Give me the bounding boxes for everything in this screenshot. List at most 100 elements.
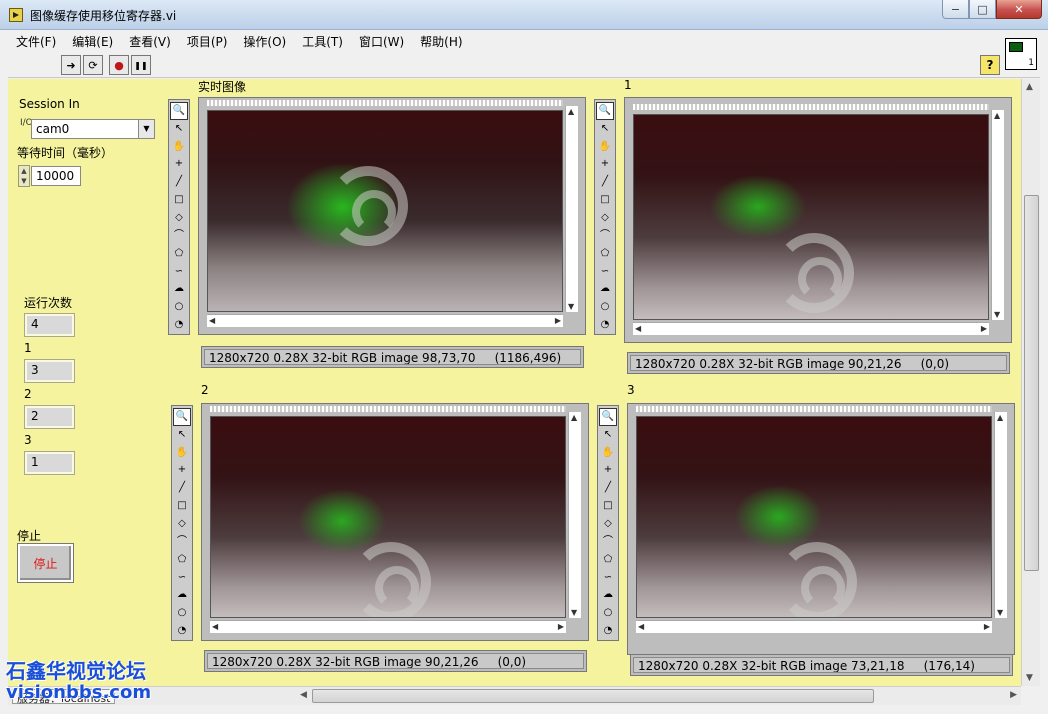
scroll-down-icon[interactable]: ▼ — [1026, 673, 1033, 683]
window-controls: − □ ✕ — [942, 0, 1042, 19]
close-button[interactable]: ✕ — [996, 0, 1042, 19]
freehand-line-tool-icon[interactable]: ∽ — [170, 263, 188, 281]
abort-button[interactable]: ● — [109, 55, 129, 75]
minimize-button[interactable]: − — [942, 0, 969, 19]
context-help-button[interactable]: ? — [980, 55, 1000, 75]
point-tool-icon[interactable]: + — [173, 462, 191, 480]
point-tool-icon[interactable]: + — [599, 462, 617, 480]
polygon-tool-icon[interactable]: ⬠ — [173, 551, 191, 569]
freehand-region-tool-icon[interactable]: ☁ — [599, 586, 617, 604]
oval-tool-icon[interactable]: ○ — [173, 604, 191, 622]
wait-time-input[interactable]: 10000 — [31, 166, 81, 186]
pan-tool-icon[interactable]: ✋ — [173, 444, 191, 462]
session-dropdown-button[interactable]: ▼ — [138, 120, 154, 138]
menu-window[interactable]: 窗口(W) — [351, 33, 412, 50]
polygon-tool-icon[interactable]: ⬠ — [596, 245, 614, 263]
buffer-2-hscroll[interactable]: ◀ ▶ — [210, 620, 566, 633]
pan-tool-icon[interactable]: ✋ — [599, 444, 617, 462]
pointer-tool-icon[interactable]: ↖ — [599, 426, 617, 444]
rectangle-tool-icon[interactable]: □ — [173, 497, 191, 515]
pointer-tool-icon[interactable]: ↖ — [170, 120, 188, 138]
polyline-tool-icon[interactable]: ⌒ — [170, 227, 188, 245]
pan-tool-icon[interactable]: ✋ — [170, 138, 188, 156]
scroll-up-icon[interactable]: ▲ — [1026, 82, 1033, 92]
buffer-3-hscroll[interactable]: ◀ ▶ — [636, 620, 992, 633]
stop-button[interactable]: 停止 — [17, 543, 74, 583]
annulus-tool-icon[interactable]: ◔ — [599, 622, 617, 640]
point-tool-icon[interactable]: + — [170, 156, 188, 174]
scroll-right-icon[interactable]: ▶ — [1010, 690, 1017, 700]
menu-operate[interactable]: 操作(O) — [235, 33, 294, 50]
freehand-line-tool-icon[interactable]: ∽ — [599, 569, 617, 587]
indicator-2: 2 — [24, 405, 75, 429]
annulus-tool-icon[interactable]: ◔ — [173, 622, 191, 640]
polyline-tool-icon[interactable]: ⌒ — [599, 533, 617, 551]
buffer-3-image-display[interactable]: ▲ ▼ ◀ ▶ — [627, 403, 1015, 655]
panel-horizontal-scrollbar[interactable]: 服务器：localhost ◀ ▶ — [8, 686, 1021, 705]
polyline-tool-icon[interactable]: ⌒ — [596, 227, 614, 245]
buffer-2-canvas[interactable] — [210, 416, 566, 618]
wait-time-increment[interactable]: ▲ ▼ — [18, 165, 30, 187]
buffer-1-canvas[interactable] — [633, 114, 989, 320]
annulus-tool-icon[interactable]: ◔ — [170, 316, 188, 334]
buffer-1-hscroll[interactable]: ◀ ▶ — [633, 322, 989, 335]
zoom-tool-icon[interactable]: 🔍 — [596, 102, 614, 120]
menu-tools[interactable]: 工具(T) — [294, 33, 351, 50]
menu-project[interactable]: 项目(P) — [179, 33, 236, 50]
buffer-3-canvas[interactable] — [636, 416, 992, 618]
freehand-region-tool-icon[interactable]: ☁ — [173, 586, 191, 604]
line-tool-icon[interactable]: ╱ — [599, 479, 617, 497]
annulus-tool-icon[interactable]: ◔ — [596, 316, 614, 334]
oval-tool-icon[interactable]: ○ — [596, 298, 614, 316]
rectangle-tool-icon[interactable]: □ — [596, 191, 614, 209]
pointer-tool-icon[interactable]: ↖ — [173, 426, 191, 444]
polygon-tool-icon[interactable]: ⬠ — [599, 551, 617, 569]
buffer-1-vscroll[interactable]: ▲ ▼ — [991, 110, 1004, 320]
line-tool-icon[interactable]: ╱ — [173, 479, 191, 497]
session-in-control[interactable]: cam0 ▼ — [31, 119, 155, 139]
pointer-tool-icon[interactable]: ↖ — [596, 120, 614, 138]
zoom-tool-icon[interactable]: 🔍 — [599, 408, 617, 426]
point-tool-icon[interactable]: + — [596, 156, 614, 174]
menu-edit[interactable]: 编辑(E) — [64, 33, 121, 50]
live-image-canvas[interactable] — [207, 110, 563, 312]
live-image-vscroll[interactable]: ▲ ▼ — [565, 106, 578, 312]
scroll-left-icon[interactable]: ◀ — [300, 690, 307, 700]
polygon-tool-icon[interactable]: ⬠ — [170, 245, 188, 263]
menu-help[interactable]: 帮助(H) — [412, 33, 470, 50]
buffer-2-vscroll[interactable]: ▲ ▼ — [568, 412, 581, 618]
freehand-region-tool-icon[interactable]: ☁ — [596, 280, 614, 298]
oval-tool-icon[interactable]: ○ — [599, 604, 617, 622]
pause-button[interactable]: ❚❚ — [131, 55, 151, 75]
oval-tool-icon[interactable]: ○ — [170, 298, 188, 316]
zoom-tool-icon[interactable]: 🔍 — [170, 102, 188, 120]
line-tool-icon[interactable]: ╱ — [170, 173, 188, 191]
menu-view[interactable]: 查看(V) — [121, 33, 179, 50]
freehand-line-tool-icon[interactable]: ∽ — [596, 263, 614, 281]
freehand-line-tool-icon[interactable]: ∽ — [173, 569, 191, 587]
rectangle-tool-icon[interactable]: □ — [170, 191, 188, 209]
panel-vertical-scroll-thumb[interactable] — [1024, 195, 1039, 571]
panel-horizontal-scroll-thumb[interactable] — [312, 689, 874, 703]
buffer-2-image-display[interactable]: ▲ ▼ ◀ ▶ — [201, 403, 589, 641]
menu-file[interactable]: 文件(F) — [8, 33, 64, 50]
rotated-rectangle-tool-icon[interactable]: ◇ — [599, 515, 617, 533]
buffer-1-image-display[interactable]: ▲ ▼ ◀ ▶ — [624, 97, 1012, 343]
pan-tool-icon[interactable]: ✋ — [596, 138, 614, 156]
rotated-rectangle-tool-icon[interactable]: ◇ — [596, 209, 614, 227]
rotated-rectangle-tool-icon[interactable]: ◇ — [170, 209, 188, 227]
freehand-region-tool-icon[interactable]: ☁ — [170, 280, 188, 298]
run-continuously-button[interactable]: ⟳ — [83, 55, 103, 75]
line-tool-icon[interactable]: ╱ — [596, 173, 614, 191]
rotated-rectangle-tool-icon[interactable]: ◇ — [173, 515, 191, 533]
run-button[interactable]: ➜ — [61, 55, 81, 75]
maximize-button[interactable]: □ — [969, 0, 996, 19]
vi-connector-icon[interactable]: 1 — [1005, 38, 1037, 70]
live-image-display[interactable]: ▲ ▼ ◀ ▶ — [198, 97, 586, 335]
polyline-tool-icon[interactable]: ⌒ — [173, 533, 191, 551]
rectangle-tool-icon[interactable]: □ — [599, 497, 617, 515]
buffer-3-vscroll[interactable]: ▲ ▼ — [994, 412, 1007, 618]
zoom-tool-icon[interactable]: 🔍 — [173, 408, 191, 426]
live-image-hscroll[interactable]: ◀ ▶ — [207, 314, 563, 327]
panel-vertical-scrollbar[interactable]: ▲ ▼ — [1021, 79, 1040, 686]
